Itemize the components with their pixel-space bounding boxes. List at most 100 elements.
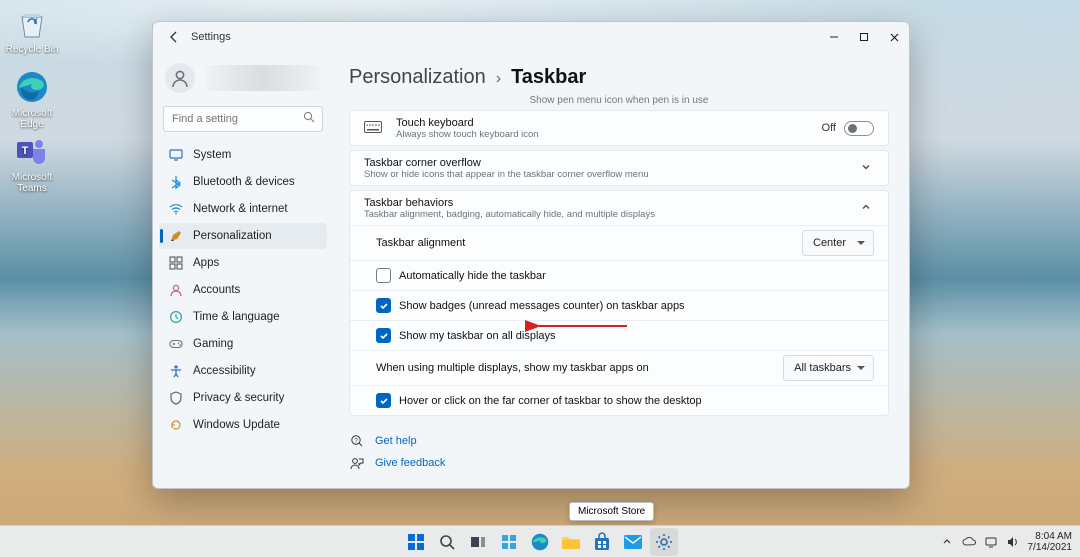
label: When using multiple displays, show my ta… [376, 362, 771, 374]
avatar [165, 63, 195, 93]
mail-taskbar[interactable] [619, 528, 647, 556]
auto-hide-row: Automatically hide the taskbar [350, 260, 888, 290]
edge-icon [13, 68, 51, 106]
volume-icon[interactable] [1006, 535, 1020, 549]
search-button[interactable] [433, 528, 461, 556]
nav-item-label: System [193, 149, 231, 161]
settings-window: Settings [152, 21, 910, 489]
taskbar-alignment-row: Taskbar alignment Center [350, 225, 888, 260]
desktop-icon-teams[interactable]: T Microsoft Teams [4, 132, 60, 194]
search-icon [303, 111, 315, 126]
store-taskbar[interactable] [588, 528, 616, 556]
settings-search[interactable] [163, 106, 323, 132]
nav-item-bluetooth[interactable]: Bluetooth & devices [159, 169, 327, 195]
nav-item-label: Personalization [193, 230, 272, 242]
edge-taskbar[interactable] [526, 528, 554, 556]
touch-keyboard-row[interactable]: Touch keyboard Always show touch keyboar… [350, 111, 888, 145]
nav-item-accounts[interactable]: Accounts [159, 277, 327, 303]
row-desc: Taskbar alignment, badging, automaticall… [364, 209, 655, 220]
nav-item-personalization[interactable]: Personalization [159, 223, 327, 249]
badges-row: Show badges (unread messages counter) on… [350, 290, 888, 320]
nav-item-label: Network & internet [193, 203, 288, 215]
explorer-taskbar[interactable] [557, 528, 585, 556]
back-button[interactable] [163, 26, 185, 48]
row-desc: Show or hide icons that appear in the ta… [364, 169, 649, 180]
nav-item-gaming[interactable]: Gaming [159, 331, 327, 357]
breadcrumb-parent[interactable]: Personalization [349, 66, 486, 89]
help-icon: ? [349, 433, 365, 449]
settings-taskbar[interactable] [650, 528, 678, 556]
account-name-redacted [205, 65, 321, 91]
label: Hover or click on the far corner of task… [399, 395, 702, 407]
update-icon [169, 418, 183, 432]
account-header[interactable] [159, 58, 327, 98]
start-button[interactable] [402, 528, 430, 556]
multi-displays-select[interactable]: All taskbars [783, 355, 874, 381]
nav-item-privacy[interactable]: Privacy & security [159, 385, 327, 411]
nav-list: System Bluetooth & devices Network & inter… [159, 142, 327, 438]
maximize-button[interactable] [849, 22, 879, 52]
desktop-icon-recycle-bin[interactable]: Recycle Bin [4, 4, 60, 55]
system-icon [169, 148, 183, 162]
taskbar-behaviors-header[interactable]: Taskbar behaviors Taskbar alignment, bad… [350, 191, 888, 225]
give-feedback-link[interactable]: Give feedback [375, 457, 445, 469]
chevron-up-icon[interactable] [858, 201, 874, 216]
window-title: Settings [191, 31, 231, 43]
nav-item-accessibility[interactable]: Accessibility [159, 358, 327, 384]
teams-icon: T [13, 132, 51, 170]
all-displays-checkbox[interactable] [376, 328, 391, 343]
nav-item-network[interactable]: Network & internet [159, 196, 327, 222]
label: Show badges (unread messages counter) on… [399, 300, 685, 312]
badges-checkbox[interactable] [376, 298, 391, 313]
task-view-button[interactable] [464, 528, 492, 556]
nav-item-system[interactable]: System [159, 142, 327, 168]
label: Show my taskbar on all displays [399, 330, 556, 342]
bluetooth-icon [169, 175, 183, 189]
onedrive-icon[interactable] [962, 535, 976, 549]
row-title: Taskbar corner overflow [364, 157, 649, 169]
taskbar-clock[interactable]: 8:04 AM 7/14/2021 [1028, 531, 1073, 553]
row-title: Touch keyboard [396, 117, 539, 129]
chevron-right-icon: › [496, 70, 501, 88]
personalization-icon [169, 229, 183, 243]
row-desc: Always show touch keyboard icon [396, 129, 539, 140]
all-displays-row: Show my taskbar on all displays [350, 320, 888, 350]
touch-keyboard-toggle[interactable] [844, 121, 874, 136]
wifi-icon [169, 202, 183, 216]
nav-item-label: Privacy & security [193, 392, 284, 404]
desktop-icon-label: Microsoft Edge [12, 108, 53, 130]
chevron-down-icon[interactable] [858, 161, 874, 176]
auto-hide-checkbox[interactable] [376, 268, 391, 283]
nav-item-update[interactable]: Windows Update [159, 412, 327, 438]
get-help-link[interactable]: Get help [375, 435, 417, 447]
feedback-icon [349, 455, 365, 471]
desktop-icon-label: Recycle Bin [6, 44, 59, 55]
far-corner-checkbox[interactable] [376, 393, 391, 408]
nav-item-label: Bluetooth & devices [193, 176, 295, 188]
accounts-icon [169, 283, 183, 297]
keyboard-icon [364, 119, 382, 137]
taskbar-overflow-row[interactable]: Taskbar corner overflow Show or hide ico… [350, 151, 888, 185]
nav-item-time[interactable]: Time & language [159, 304, 327, 330]
nav-item-apps[interactable]: Apps [159, 250, 327, 276]
far-corner-row: Hover or click on the far corner of task… [350, 385, 888, 415]
desktop: Recycle Bin Microsoft Edge T Microsoft T… [0, 0, 1080, 557]
accessibility-icon [169, 364, 183, 378]
nav-item-label: Accounts [193, 284, 240, 296]
breadcrumb: Personalization › Taskbar [349, 66, 889, 89]
multi-displays-row: When using multiple displays, show my ta… [350, 350, 888, 385]
toggle-state-text: Off [822, 122, 836, 134]
search-input[interactable] [163, 106, 323, 132]
close-button[interactable] [879, 22, 909, 52]
recycle-bin-icon [13, 4, 51, 42]
tray-chevron-icon[interactable] [940, 535, 954, 549]
privacy-icon [169, 391, 183, 405]
minimize-button[interactable] [819, 22, 849, 52]
desktop-icon-edge[interactable]: Microsoft Edge [4, 68, 60, 130]
network-icon[interactable] [984, 535, 998, 549]
breadcrumb-current: Taskbar [511, 66, 586, 89]
alignment-select[interactable]: Center [802, 230, 874, 256]
widgets-button[interactable] [495, 528, 523, 556]
nav-item-label: Time & language [193, 311, 280, 323]
clock-time: 8:04 AM [1028, 531, 1073, 542]
